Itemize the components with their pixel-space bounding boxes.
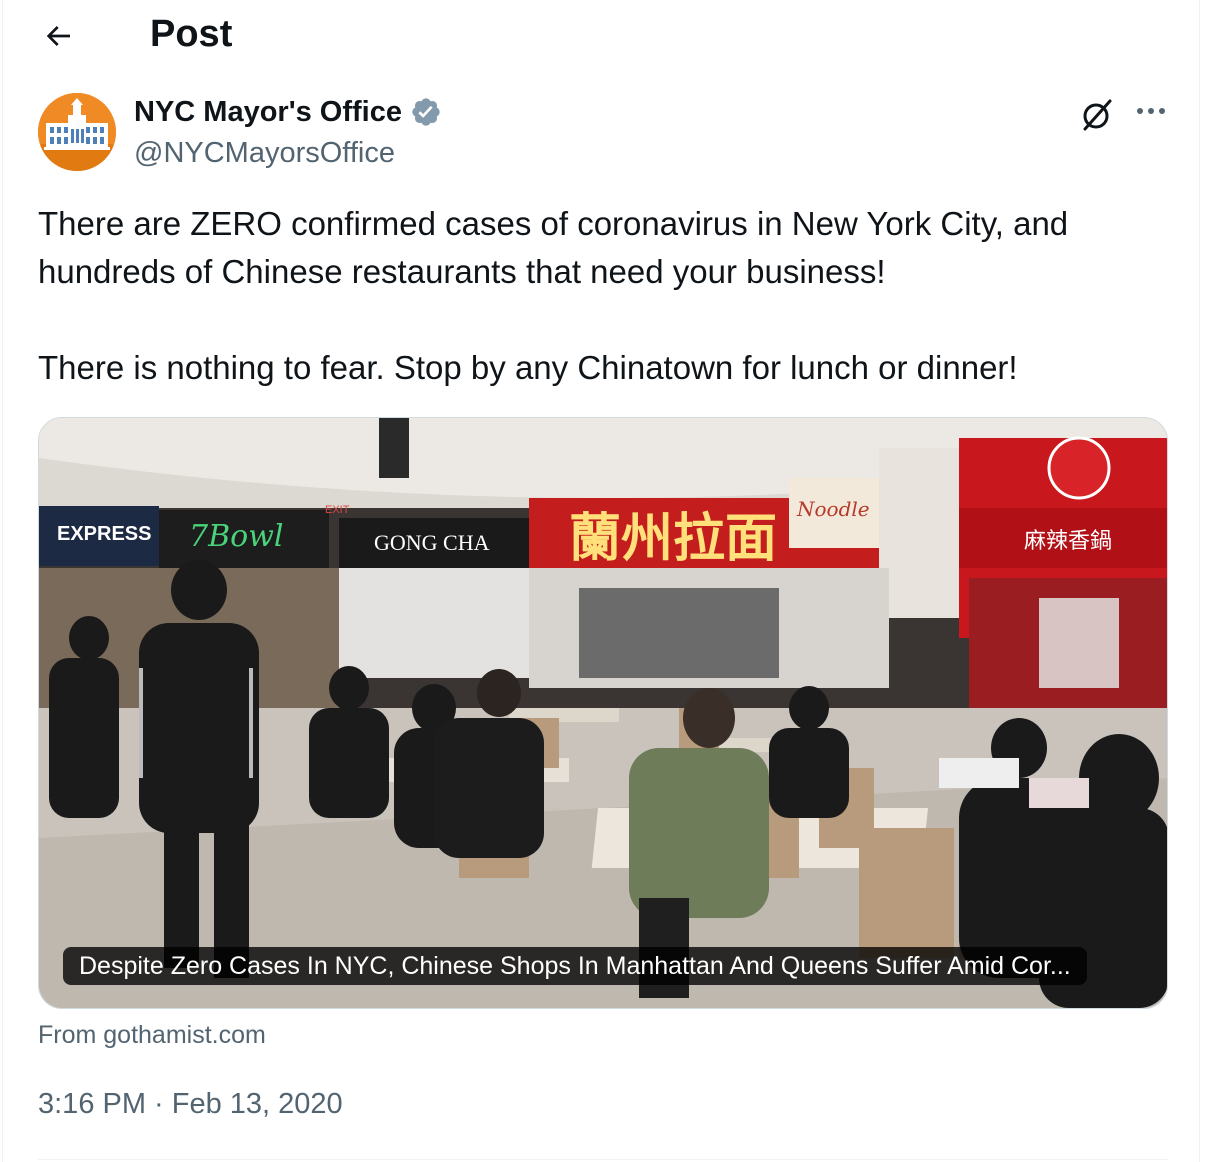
tweet-paragraph-2: There is nothing to fear. Stop by any Ch… (38, 349, 1018, 386)
more-horizontal-icon (1137, 108, 1165, 114)
grok-button[interactable] (1078, 96, 1116, 134)
top-bar: Post (0, 0, 1206, 72)
arrow-left-icon (46, 26, 70, 46)
sign-noodle: Noodle (796, 497, 870, 521)
avatar[interactable] (38, 93, 116, 171)
tweet-text: There are ZERO confirmed cases of corona… (38, 200, 1158, 392)
sign-7bowl: 7Bowl (189, 519, 283, 554)
author-handle[interactable]: @NYCMayorsOffice (134, 134, 395, 172)
card-image: EXPRESS 7Bowl GONG CHA EXIT 蘭州拉面 Noodle … (39, 418, 1167, 1008)
author-name[interactable]: NYC Mayor's Office (134, 93, 442, 131)
author-display-name: NYC Mayor's Office (134, 96, 402, 128)
sign-exit: EXIT (325, 504, 350, 516)
tweet-paragraph-1: There are ZERO confirmed cases of corona… (38, 205, 1069, 290)
post-timestamp[interactable]: 3:16 PM · Feb 13, 2020 (38, 1084, 343, 1124)
city-hall-logo-icon (38, 93, 116, 171)
more-options-button[interactable] (1130, 96, 1174, 126)
back-button[interactable] (34, 14, 82, 58)
sign-gong-cha: GONG CHA (374, 530, 490, 555)
card-title[interactable]: Despite Zero Cases In NYC, Chinese Shops… (63, 947, 1087, 985)
grok-icon (1083, 99, 1112, 131)
card-source[interactable]: From gothamist.com (38, 1018, 266, 1052)
sign-lanzhou: 蘭州拉面 (569, 509, 777, 569)
page-title: Post (150, 13, 233, 55)
divider (38, 1159, 1168, 1160)
verified-badge-icon[interactable] (410, 96, 442, 128)
sign-express: EXPRESS (57, 523, 151, 545)
sign-malatang: 麻辣香鍋 (1024, 529, 1112, 554)
link-card[interactable]: EXPRESS 7Bowl GONG CHA EXIT 蘭州拉面 Noodle … (38, 417, 1168, 1009)
